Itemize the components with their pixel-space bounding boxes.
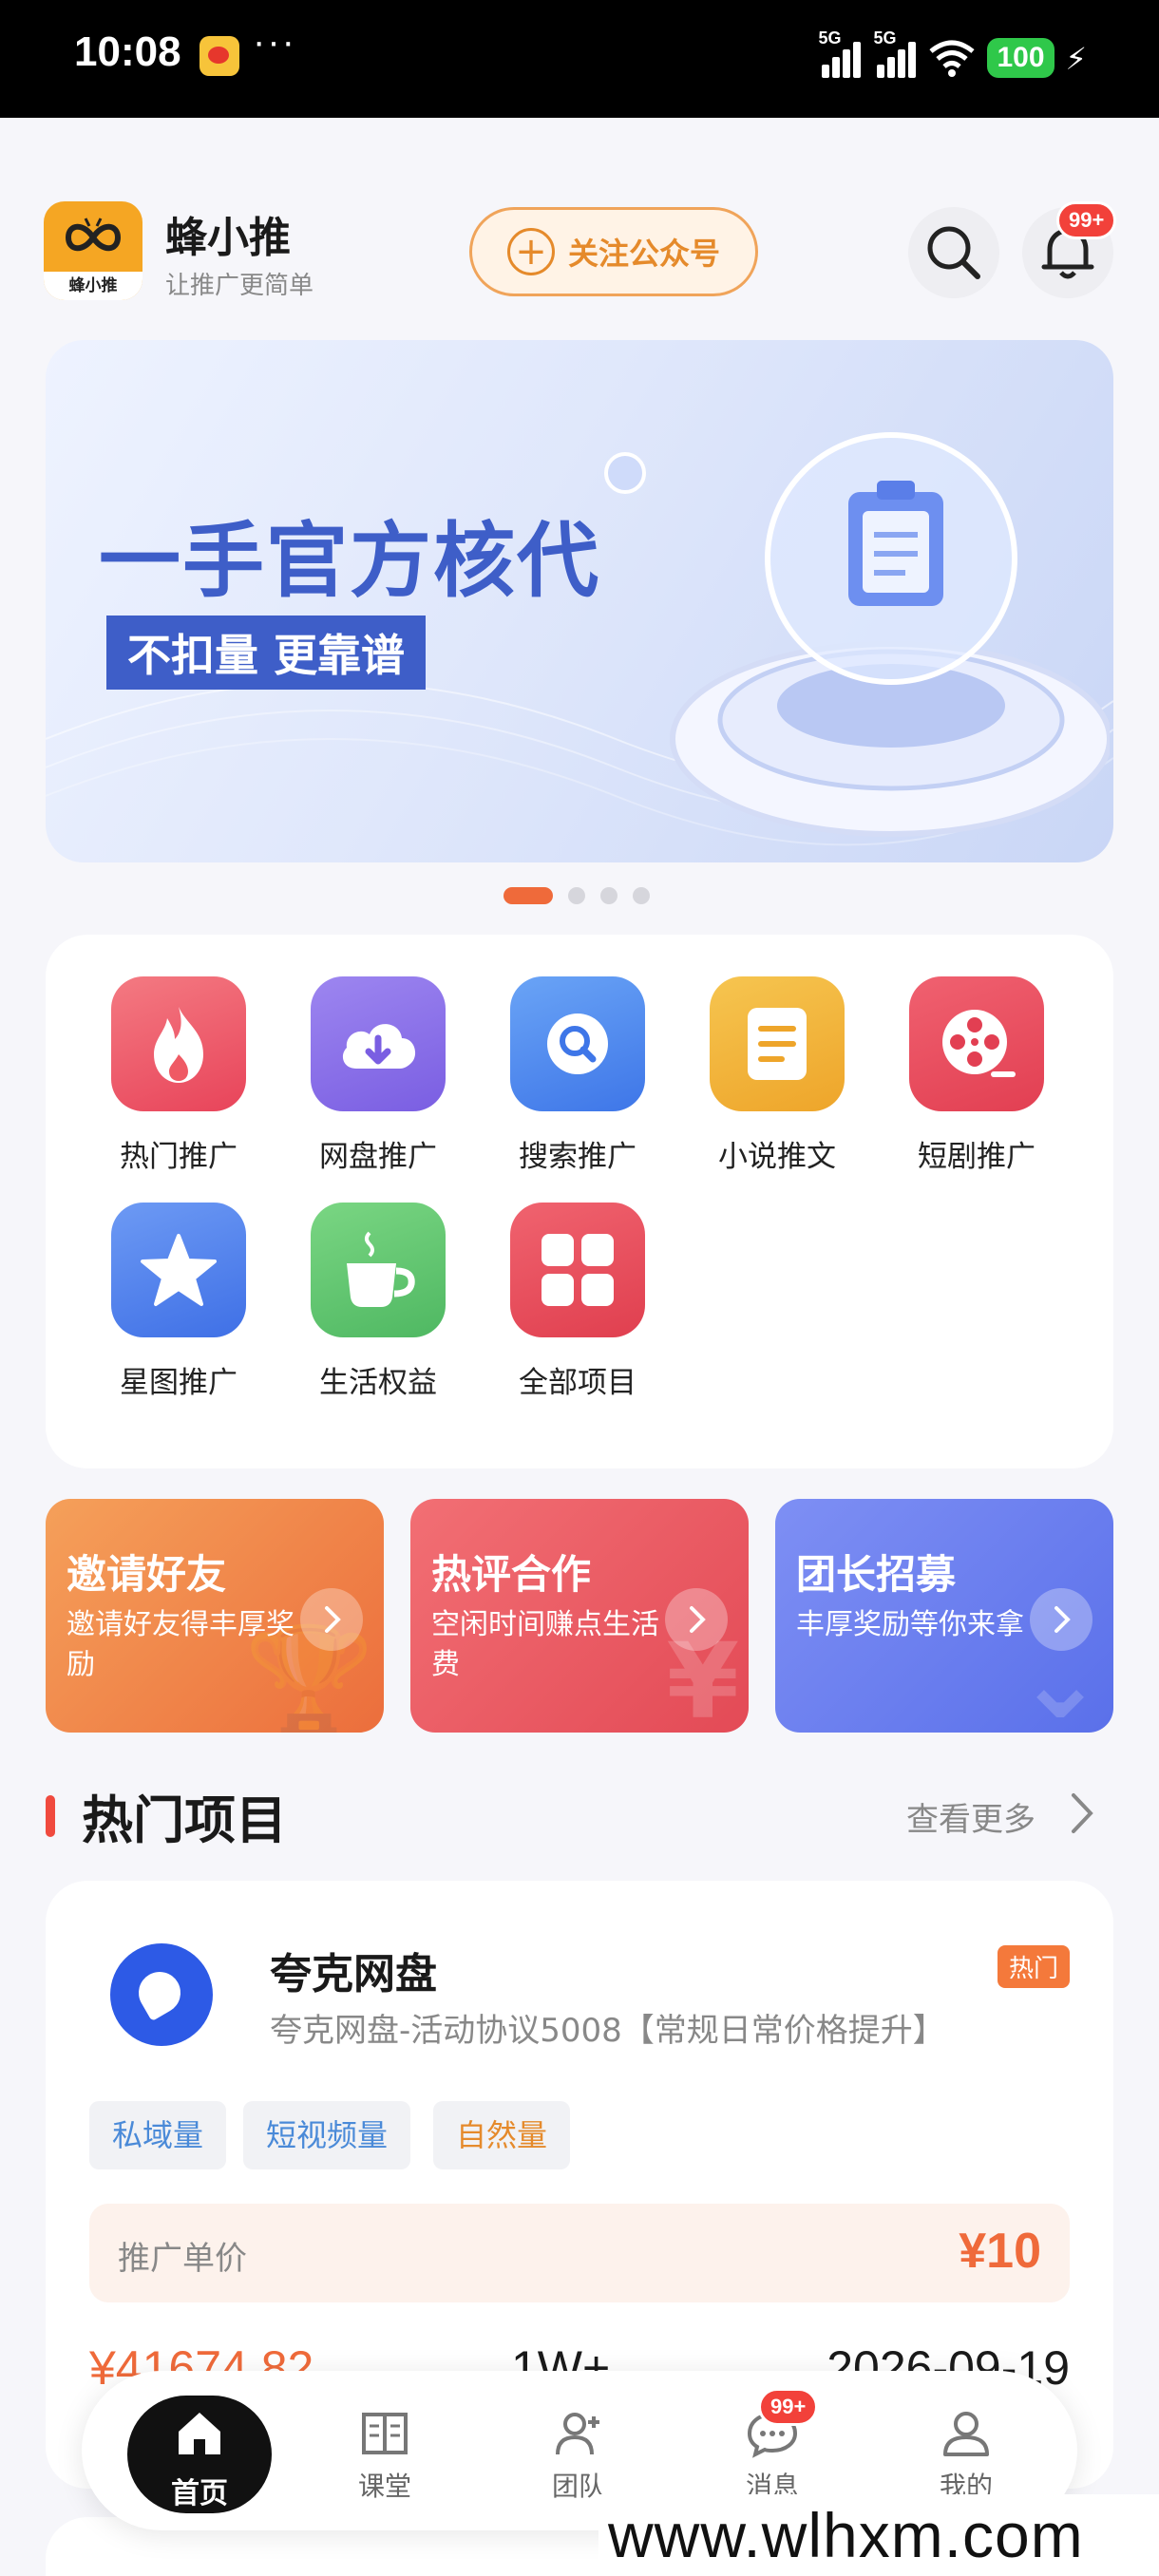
category-novel-promotion[interactable]: 小说推文 xyxy=(692,976,863,1175)
hot-badge: 热门 xyxy=(997,1945,1070,1988)
signal-icon: 5G xyxy=(818,28,862,78)
chevron-right-icon[interactable] xyxy=(1066,1788,1098,1839)
project-description: 夸克网盘-活动协议5008【常规日常价格提升】 xyxy=(270,2012,945,2050)
category-short-drama[interactable]: 短剧推广 xyxy=(891,976,1062,1175)
quark-logo-icon xyxy=(110,1943,213,2046)
category-grid: 热门推广 网盘推广 搜索推广 小说推文 短剧推广 星图推广 生活权益 全部项目 xyxy=(46,935,1113,1468)
promo-title: 邀请好友 xyxy=(66,1551,227,1598)
promo-card-team-recruit[interactable]: ⌄ 团长招募 丰厚奖励等你来拿 xyxy=(775,1499,1113,1733)
category-cloud-drive[interactable]: 网盘推广 xyxy=(293,976,464,1175)
category-search-promotion[interactable]: 搜索推广 xyxy=(492,976,663,1175)
charging-icon: ⚡ xyxy=(1065,41,1087,77)
project-tag: 私域量 xyxy=(89,2101,227,2169)
unit-price-row: 推广单价 ¥10 xyxy=(89,2204,1070,2302)
home-icon xyxy=(179,2413,220,2454)
category-star-map[interactable]: 星图推广 xyxy=(93,1203,264,1401)
category-label: 热门推广 xyxy=(120,1140,238,1174)
search-icon xyxy=(927,226,980,279)
follow-label: 关注公众号 xyxy=(567,236,720,272)
promo-banner[interactable]: 一手官方核代 不扣量 更靠谱 xyxy=(46,340,1113,862)
message-badge: 99+ xyxy=(758,2388,819,2426)
promo-title: 团长招募 xyxy=(796,1551,957,1598)
document-icon xyxy=(710,976,845,1111)
banner-title: 一手官方核代 xyxy=(99,514,600,609)
user-icon xyxy=(943,2412,989,2456)
status-indicators: 5G 5G 100 ⚡ xyxy=(818,28,1087,78)
signal-icon: 5G xyxy=(873,28,917,78)
price-label: 推广单价 xyxy=(118,2240,247,2278)
promo-card-invite-friends[interactable]: 🏆 邀请好友 邀请好友得丰厚奖励 xyxy=(46,1499,384,1733)
promo-desc: 空闲时间赚点生活费 xyxy=(431,1608,659,1681)
pagination-dot[interactable] xyxy=(633,887,650,904)
price-value: ¥10 xyxy=(959,2224,1041,2279)
category-label: 短剧推广 xyxy=(918,1140,1036,1174)
promo-title: 热评合作 xyxy=(431,1551,592,1598)
pagination-dot[interactable] xyxy=(568,887,585,904)
app-logo: 蜂小推 xyxy=(44,201,142,300)
category-hot-promotion[interactable]: 热门推广 xyxy=(93,976,264,1175)
nav-classroom[interactable]: 课堂 xyxy=(294,2371,475,2530)
site-watermark: www.wlhxm.com xyxy=(598,2494,1159,2576)
project-name: 夸克网盘 xyxy=(270,1950,437,1998)
section-title: 热门项目 xyxy=(82,1790,287,1850)
promo-card-hot-review[interactable]: ¥ 热评合作 空闲时间赚点生活费 xyxy=(410,1499,749,1733)
weibo-notification-icon xyxy=(200,36,239,76)
more-notifications-icon: ··· xyxy=(253,21,296,63)
nav-label: 首页 xyxy=(171,2477,228,2510)
category-life-benefits[interactable]: 生活权益 xyxy=(293,1203,464,1401)
status-bar: 10:08 ··· 5G 5G 100 ⚡ xyxy=(0,0,1159,118)
chevron-right-icon xyxy=(665,1588,728,1651)
pagination-dot-active[interactable] xyxy=(504,887,553,904)
section-accent-bar xyxy=(46,1795,55,1837)
plus-icon: + xyxy=(506,228,555,275)
notification-badge: 99+ xyxy=(1056,201,1117,239)
banner-pagination xyxy=(504,887,650,904)
project-tag: 短视频量 xyxy=(243,2101,411,2169)
nav-home[interactable]: 首页 xyxy=(127,2396,272,2513)
status-time: 10:08 xyxy=(74,28,181,75)
nav-label: 课堂 xyxy=(357,2471,411,2502)
app-slogan: 让推广更简单 xyxy=(165,272,314,300)
cloud-download-icon xyxy=(311,976,446,1111)
category-label: 小说推文 xyxy=(718,1140,836,1174)
category-label: 生活权益 xyxy=(319,1366,437,1400)
team-icon xyxy=(556,2413,599,2455)
film-reel-icon xyxy=(909,976,1044,1111)
category-all-projects[interactable]: 全部项目 xyxy=(492,1203,663,1401)
app-name: 蜂小推 xyxy=(165,214,291,262)
search-icon xyxy=(510,976,645,1111)
chevron-right-icon xyxy=(1030,1588,1092,1651)
view-more-link[interactable]: 查看更多 xyxy=(906,1793,1036,1840)
bee-logo-icon xyxy=(65,218,122,252)
pagination-dot[interactable] xyxy=(600,887,618,904)
clipboard-illustration xyxy=(604,432,1110,837)
grid-icon xyxy=(510,1203,645,1337)
category-label: 搜索推广 xyxy=(519,1140,636,1174)
promo-desc: 邀请好友得丰厚奖励 xyxy=(66,1608,294,1681)
search-button[interactable] xyxy=(908,207,999,298)
battery-indicator: 100 xyxy=(987,38,1054,78)
category-label: 网盘推广 xyxy=(319,1140,437,1174)
logo-text: 蜂小推 xyxy=(44,272,142,300)
star-icon xyxy=(111,1203,246,1337)
coffee-cup-icon xyxy=(311,1203,446,1337)
wifi-icon xyxy=(928,38,976,78)
project-tag: 自然量 xyxy=(433,2101,571,2169)
banner-subtitle: 不扣量 更靠谱 xyxy=(106,616,427,690)
fire-icon xyxy=(111,976,246,1111)
promo-desc: 丰厚奖励等你来拿 xyxy=(796,1608,1024,1641)
chevron-right-icon xyxy=(300,1588,363,1651)
follow-official-account-button[interactable]: + 关注公众号 xyxy=(469,207,758,296)
book-icon xyxy=(362,2413,408,2454)
category-label: 星图推广 xyxy=(120,1366,238,1400)
category-label: 全部项目 xyxy=(519,1366,636,1400)
